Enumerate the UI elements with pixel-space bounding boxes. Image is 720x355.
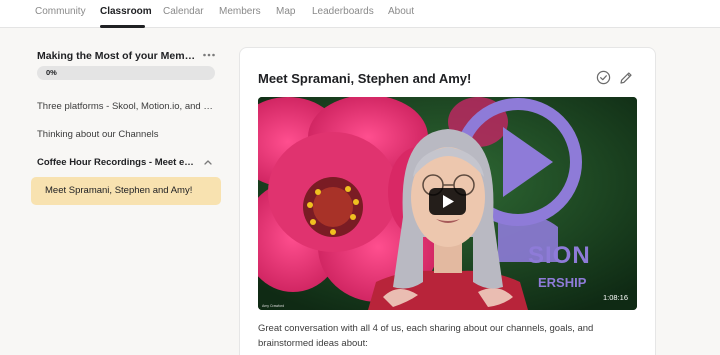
video-watermark: Amy Crawford <box>262 304 285 308</box>
course-progress-bar: 0% <box>37 66 215 80</box>
course-sidebar: Making the Most of your Membe... 0% Thre… <box>0 29 230 355</box>
tab-classroom[interactable]: Classroom <box>100 6 152 17</box>
tab-calendar[interactable]: Calendar <box>163 6 204 17</box>
tab-map[interactable]: Map <box>276 6 295 17</box>
tab-leaderboards[interactable]: Leaderboards <box>312 6 374 17</box>
lesson-item-three-platforms[interactable]: Three platforms - Skool, Motion.io, and … <box>37 101 217 112</box>
course-title: Making the Most of your Membe... <box>37 50 197 62</box>
progress-label: 0% <box>46 68 57 77</box>
tab-community[interactable]: Community <box>35 6 86 17</box>
section-coffee-hour[interactable]: Coffee Hour Recordings - Meet eac... <box>37 157 197 168</box>
lesson-title: Meet Spramani, Stephen and Amy! <box>258 71 472 86</box>
lesson-description: Great conversation with all 4 of us, eac… <box>258 323 594 349</box>
play-icon[interactable] <box>429 188 466 215</box>
video-player[interactable]: SION ERSHIP Amy Crawford 1:08:16 <box>258 97 637 310</box>
top-navigation: Community Classroom Calendar Members Map… <box>0 0 720 28</box>
pencil-icon[interactable] <box>619 71 633 85</box>
video-duration: 1:08:16 <box>603 293 629 302</box>
lesson-content-card: Meet Spramani, Stephen and Amy! SION ERS… <box>239 47 656 355</box>
lesson-item-active[interactable]: Meet Spramani, Stephen and Amy! <box>31 177 221 205</box>
chevron-up-icon[interactable] <box>203 158 213 166</box>
active-lesson-label: Meet Spramani, Stephen and Amy! <box>45 185 193 196</box>
check-circle-icon[interactable] <box>596 70 611 85</box>
tab-about[interactable]: About <box>388 6 414 17</box>
video-logo-text-2: ERSHIP <box>538 275 587 290</box>
more-icon[interactable] <box>202 50 216 60</box>
tab-members[interactable]: Members <box>219 6 261 17</box>
active-tab-indicator <box>100 25 145 28</box>
video-logo-text-1: SION <box>528 242 591 269</box>
lesson-item-channels[interactable]: Thinking about our Channels <box>37 129 217 140</box>
